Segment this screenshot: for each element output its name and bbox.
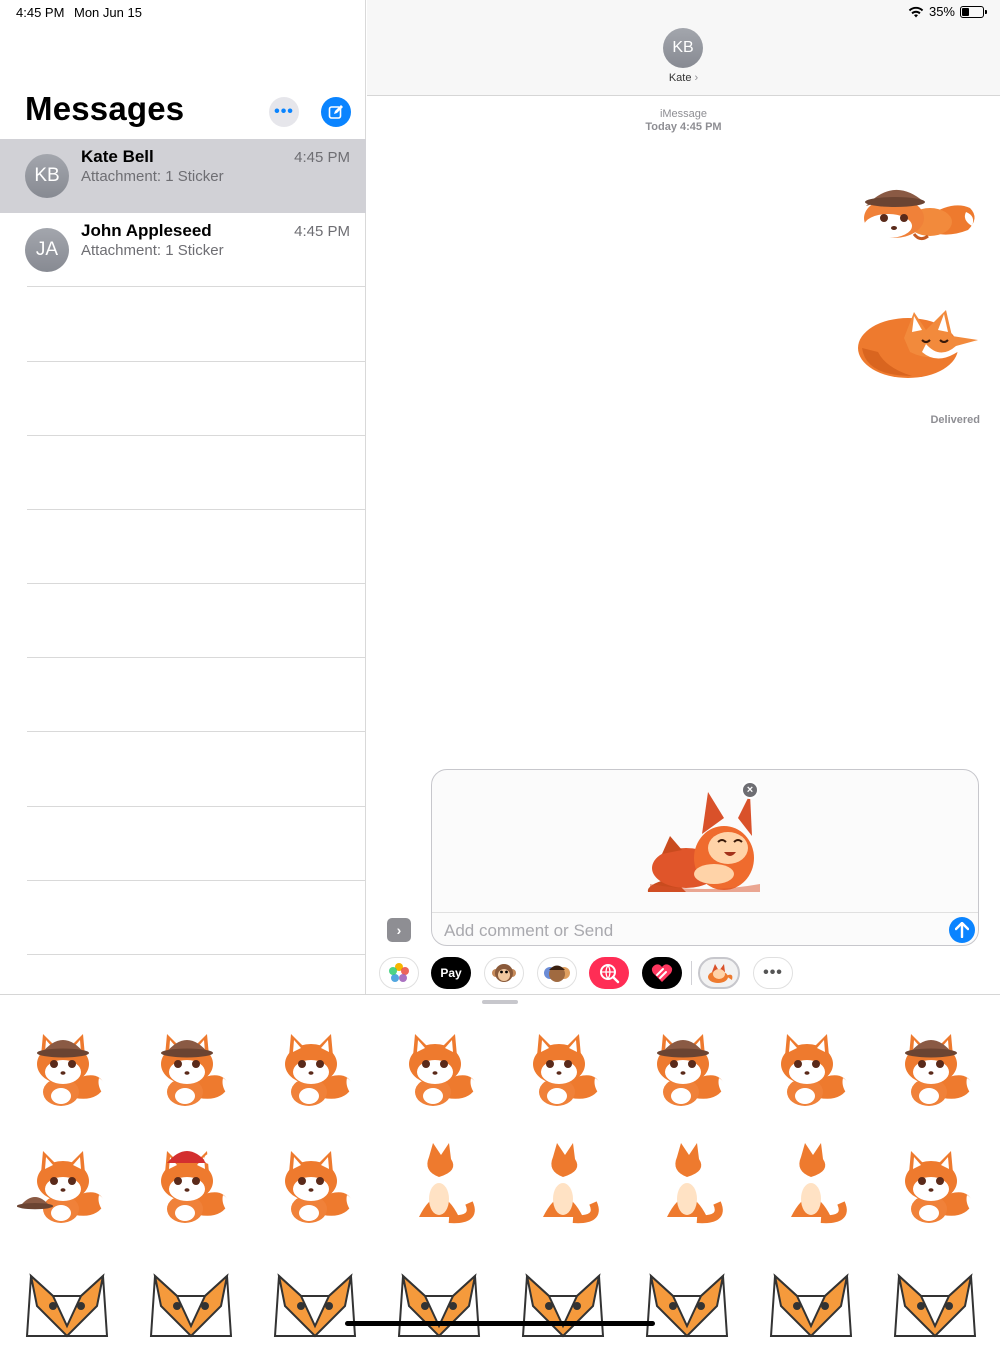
remove-attachment-button[interactable]: ×: [741, 781, 759, 799]
status-right: 35%: [908, 4, 987, 19]
memoji-app-button[interactable]: [537, 957, 577, 989]
fox-calico-sticker-icon[interactable]: [885, 1137, 985, 1237]
web-search-app-button[interactable]: [589, 957, 629, 989]
message-preview: Attachment: 1 Sticker: [81, 242, 224, 259]
home-indicator: [345, 1321, 655, 1326]
ellipsis-icon: •••: [274, 103, 294, 120]
fox-face-happy-sticker-icon[interactable]: [265, 1254, 365, 1354]
status-bar: 4:45 PM Mon Jun 15 35%: [0, 0, 1000, 26]
animoji-app-button[interactable]: [484, 957, 524, 989]
compose-icon: [328, 105, 343, 119]
fox-cat-hugging-icon[interactable]: [642, 788, 766, 894]
fox-sitting-sticker-icon[interactable]: [513, 1137, 613, 1237]
more-apps-icon: •••: [763, 964, 783, 981]
digital-touch-icon: [651, 964, 673, 982]
photos-app-button[interactable]: [379, 957, 419, 989]
status-date: Mon Jun 15: [74, 5, 142, 20]
fox-sleeping-sticker-icon[interactable]: [761, 1137, 861, 1237]
contact-name: Kate Bell: [81, 147, 154, 166]
strip-divider: [691, 961, 692, 985]
delivery-status: Delivered: [930, 414, 980, 426]
fox-with-hat-sticker-icon[interactable]: [17, 1137, 117, 1237]
message-timestamp: Today 4:45 PM: [645, 121, 722, 133]
contact-name: Kate: [668, 72, 692, 84]
row-divider: [27, 286, 366, 287]
fox-face-surprised-sticker-icon[interactable]: [141, 1254, 241, 1354]
app-strip: Pay •••: [367, 952, 1000, 994]
row-divider: [27, 361, 366, 362]
more-options-button[interactable]: •••: [269, 97, 299, 127]
fox-hat-lying-sticker-icon[interactable]: [17, 1020, 117, 1120]
status-time: 4:45 PM: [16, 5, 65, 20]
fox-walking-sticker-icon[interactable]: [637, 1137, 737, 1237]
arrow-up-icon: [955, 922, 969, 938]
fox-santa-sticker-icon[interactable]: [141, 1137, 241, 1237]
fox-face-love-sticker-icon[interactable]: [637, 1254, 737, 1354]
wifi-icon: [908, 6, 924, 17]
battery-fill: [962, 7, 969, 16]
row-divider: [27, 731, 366, 732]
fox-looking-back-sticker-icon[interactable]: [265, 1020, 365, 1120]
digital-touch-app-button[interactable]: [642, 957, 682, 989]
contact-name: John Appleseed: [81, 221, 212, 240]
fox-camera-sticker-icon[interactable]: [761, 1020, 861, 1120]
row-divider: [27, 435, 366, 436]
expand-apps-button[interactable]: ›: [387, 918, 411, 942]
web-search-icon: [600, 964, 620, 984]
row-divider: [27, 954, 366, 955]
fox-detective-hat-icon[interactable]: [858, 172, 980, 244]
fox-face-crying-sticker-icon[interactable]: [389, 1254, 489, 1354]
photos-icon: [389, 963, 409, 982]
message-time: 4:45 PM: [294, 149, 350, 166]
fox-stickers-icon: [708, 964, 733, 983]
apple-pay-button[interactable]: Pay: [431, 957, 471, 989]
page-title: Messages: [25, 90, 185, 127]
row-divider: [27, 806, 366, 807]
fox-face-shocked-sticker-icon[interactable]: [761, 1254, 861, 1354]
fox-magnifier-sticker-icon[interactable]: [389, 1020, 489, 1120]
avatar: JA: [25, 228, 69, 272]
fox-sleeping-curled-icon[interactable]: [856, 304, 980, 380]
animoji-icon: [492, 964, 516, 982]
row-divider: [27, 509, 366, 510]
avatar: KB: [25, 154, 69, 198]
fox-hat-sitting-2-sticker-icon[interactable]: [885, 1020, 985, 1120]
row-divider: [27, 657, 366, 658]
compose-divider: [432, 912, 978, 913]
fox-standing-sticker-icon[interactable]: [389, 1137, 489, 1237]
battery-percent: 35%: [928, 4, 955, 19]
fox-face-wink-sticker-icon[interactable]: [885, 1254, 985, 1354]
chevron-right-icon: ›: [694, 72, 699, 84]
memoji-icon: [544, 965, 570, 982]
fox-stickers-app-button[interactable]: [698, 957, 740, 989]
conversation-list-pane: Messages ••• KB Kate Bell Attachment: 1 …: [0, 0, 366, 995]
battery-icon: [960, 5, 987, 18]
conversation-row-john-appleseed[interactable]: JA John Appleseed Attachment: 1 Sticker …: [0, 213, 366, 287]
new-message-button[interactable]: [321, 97, 351, 127]
compose-placeholder[interactable]: Add comment or Send: [444, 921, 613, 941]
fox-hat-sitting-sticker-icon[interactable]: [141, 1020, 241, 1120]
row-divider: [27, 583, 366, 584]
fox-magnifier-2-sticker-icon[interactable]: [513, 1020, 613, 1120]
drawer-grab-handle[interactable]: [482, 1000, 518, 1004]
service-label: iMessage: [659, 108, 708, 120]
fox-face-laughing-sticker-icon[interactable]: [513, 1254, 613, 1354]
message-time: 4:45 PM: [294, 223, 350, 240]
contact-name-link[interactable]: Kate ›: [367, 72, 1000, 84]
fox-face-grumpy-sticker-icon[interactable]: [17, 1254, 117, 1354]
chevron-right-icon: ›: [396, 922, 402, 938]
fox-hat-peek-sticker-icon[interactable]: [637, 1020, 737, 1120]
message-preview: Attachment: 1 Sticker: [81, 168, 224, 185]
more-apps-button[interactable]: •••: [753, 957, 793, 989]
contact-avatar[interactable]: KB: [663, 28, 703, 68]
conversation-row-kate-bell[interactable]: KB Kate Bell Attachment: 1 Sticker 4:45 …: [0, 139, 366, 213]
fox-cat-hugging-sticker-icon[interactable]: [265, 1137, 365, 1237]
row-divider: [27, 880, 366, 881]
apple-pay-label: Pay: [440, 966, 462, 980]
send-button[interactable]: [949, 917, 975, 943]
close-icon: ×: [746, 784, 754, 796]
